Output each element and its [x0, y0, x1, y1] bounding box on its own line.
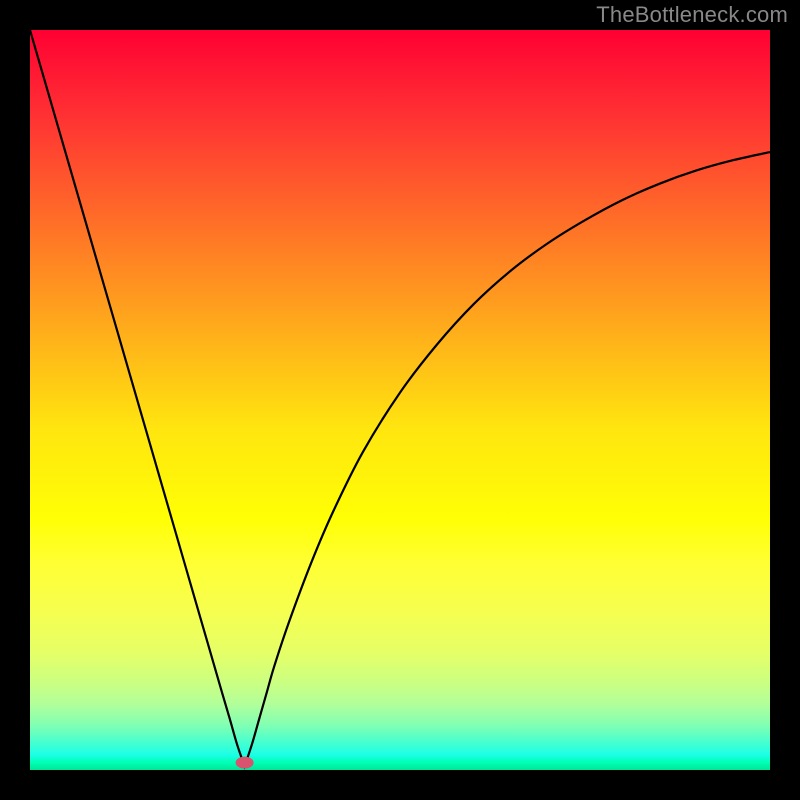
plot-area — [30, 30, 770, 770]
chart-container: TheBottleneck.com — [0, 0, 800, 800]
min-marker — [236, 757, 254, 769]
chart-svg — [30, 30, 770, 770]
watermark-text: TheBottleneck.com — [596, 2, 788, 28]
curve-line — [30, 30, 770, 766]
